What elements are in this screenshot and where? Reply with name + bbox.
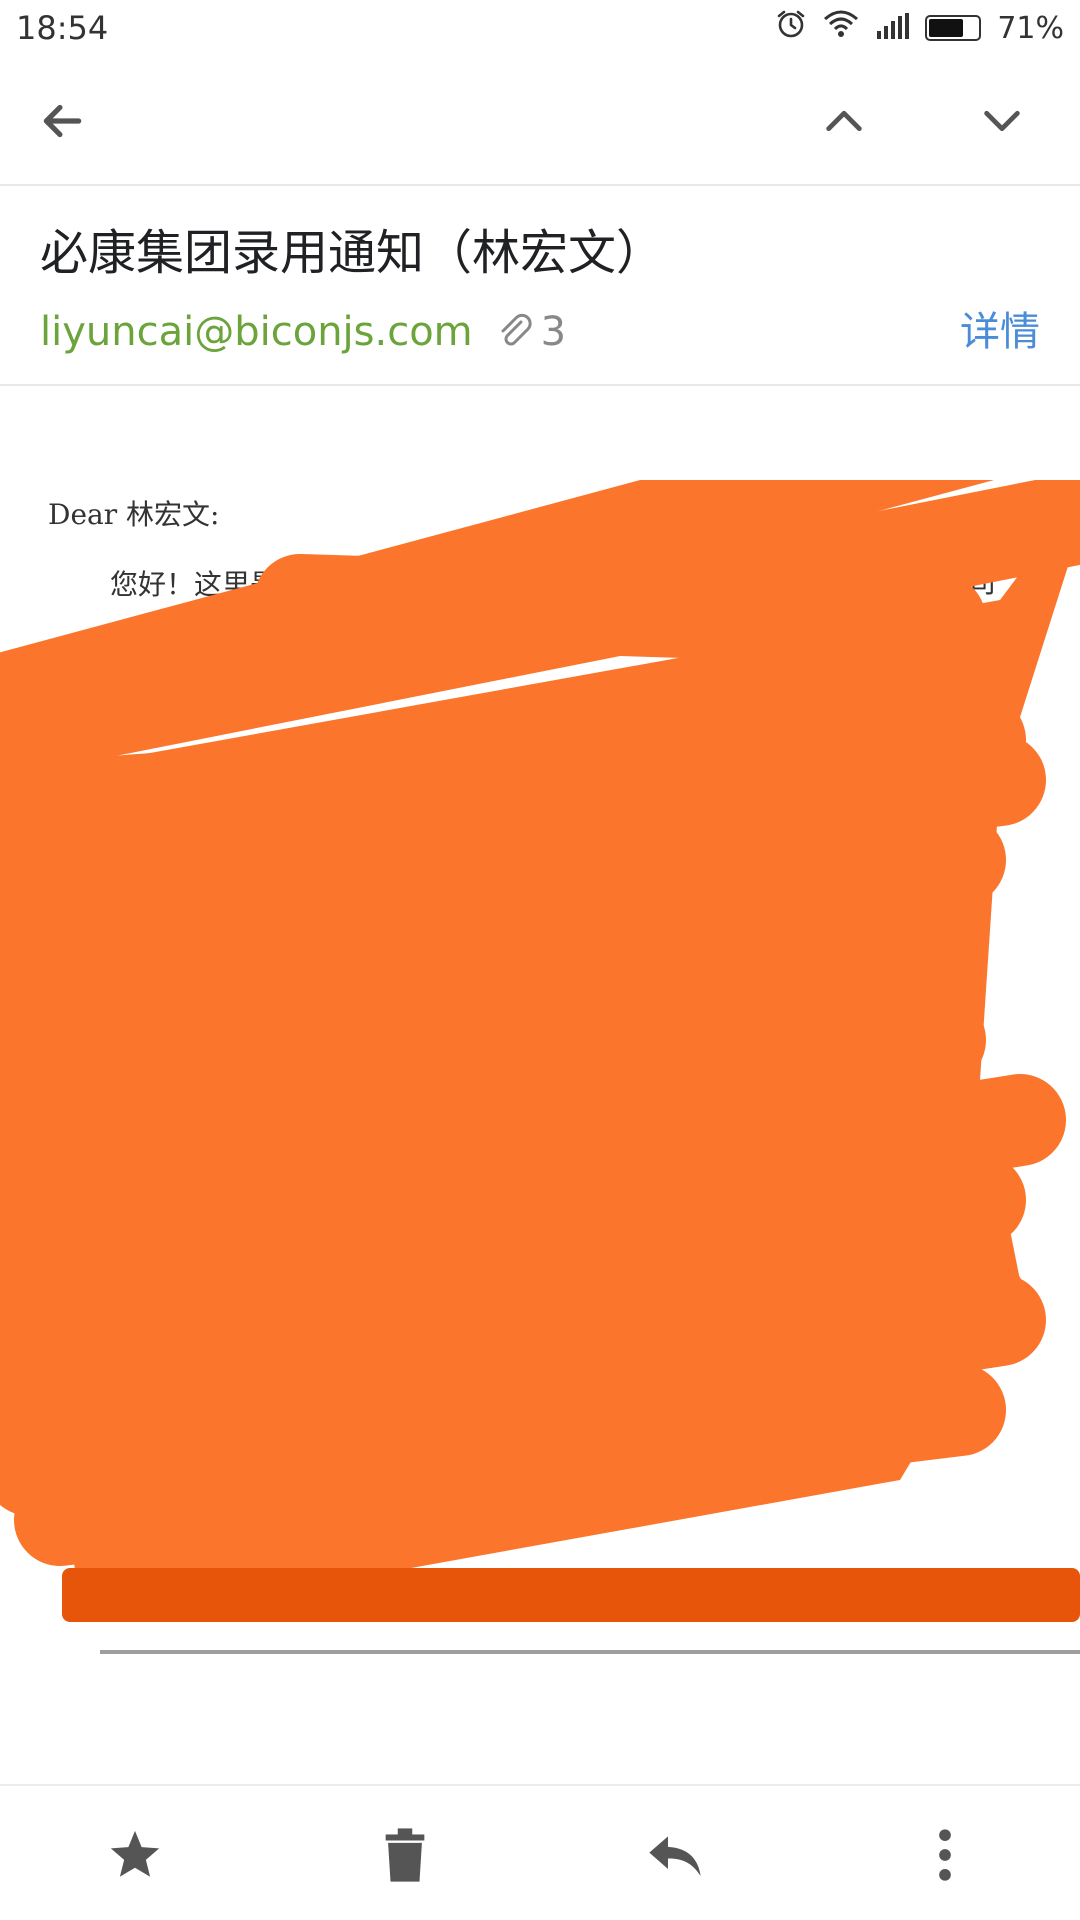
redaction-stroke [74, 1414, 746, 1606]
redaction-stroke [0, 734, 1046, 946]
redaction-stroke [0, 1274, 1046, 1516]
redaction-stroke [0, 994, 986, 1186]
redaction-stroke [14, 1364, 1006, 1566]
details-link[interactable]: 详情 [960, 302, 1040, 362]
alarm-icon [775, 8, 807, 48]
back-button[interactable] [32, 91, 92, 151]
redaction-stroke [0, 814, 1006, 986]
sender-address[interactable]: liyuncai@biconjs.com [40, 309, 473, 355]
chevron-up-icon [826, 110, 862, 132]
more-options-button[interactable] [910, 1820, 980, 1890]
back-arrow-icon [43, 104, 82, 138]
redaction-stroke [0, 934, 966, 1146]
email-view: 18:54 71% 必康集团录用通知（林宏文） liyuncai@biconjs… [0, 0, 1080, 1920]
sender-row: liyuncai@biconjs.com 3 详情 [40, 302, 1040, 362]
header-divider [0, 384, 1080, 386]
app-bar [0, 56, 1080, 186]
status-bar: 18:54 71% [0, 0, 1080, 56]
letter-line: 您好！这里是必康集团，恭喜您已通过我公司 [110, 568, 671, 601]
battery-fill [929, 19, 964, 37]
delete-button[interactable] [370, 1820, 440, 1890]
redaction-stroke [0, 1074, 1066, 1326]
redaction-stroke [0, 1114, 1006, 1286]
letter-line: 录用。欢迎您加入必康集团大家庭！ [48, 638, 497, 671]
next-email-button[interactable] [972, 91, 1032, 151]
more-vert-icon [939, 1829, 951, 1881]
chevron-down-icon [984, 110, 1020, 132]
letter-line: 业综合体（ [48, 708, 189, 741]
email-body: Dear 林宏文: 您好！这里是必康集团，恭喜您已通过我公司 录用。欢迎您加入必… [48, 480, 1038, 760]
reply-icon [649, 1836, 701, 1876]
trash-icon [385, 1828, 425, 1882]
previous-email-button[interactable] [814, 91, 874, 151]
attachment-indicator[interactable]: 3 [495, 309, 566, 355]
bottom-rule [100, 1650, 1080, 1654]
bottom-action-bar [0, 1784, 1080, 1920]
battery-icon [925, 15, 982, 41]
redaction-stroke [0, 1154, 1026, 1376]
letter-line-tail: 我公司 [912, 566, 997, 599]
signal-icon [875, 9, 910, 47]
star-icon [110, 1830, 160, 1877]
redaction-stroke [0, 1254, 1026, 1426]
reply-button[interactable] [640, 1820, 710, 1890]
redaction-stroke [0, 1324, 946, 1466]
star-button[interactable] [100, 1820, 170, 1890]
redaction-bar [62, 1568, 1080, 1622]
divider [28, 984, 448, 986]
email-subject: 必康集团录用通知（林宏文） [40, 225, 665, 281]
redaction-stroke [0, 1054, 976, 1236]
redaction-stroke [0, 834, 926, 1046]
paperclip-icon [501, 313, 532, 346]
wifi-icon [823, 9, 859, 47]
attachment-count: 3 [540, 309, 567, 355]
status-time: 18:54 [16, 9, 109, 47]
battery-percent: 71% [997, 10, 1064, 46]
letter-greeting: Dear 林宏文: [48, 498, 220, 531]
